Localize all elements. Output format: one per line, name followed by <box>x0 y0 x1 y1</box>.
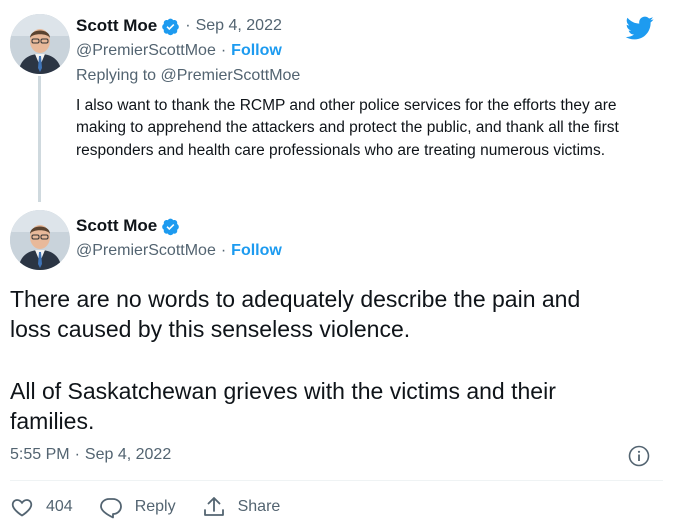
reply-icon <box>99 498 122 519</box>
like-count: 404 <box>46 498 73 515</box>
tweet-text-line: All of Saskatchewan grieves with the vic… <box>10 378 556 404</box>
avatar-image <box>10 14 70 74</box>
share-label: Share <box>237 498 281 515</box>
separator: · <box>74 446 80 463</box>
parent-author-row: Scott Moe · Sep 4, 2022 <box>76 16 282 36</box>
avatar[interactable] <box>10 210 70 270</box>
thread-connector-line <box>38 76 41 202</box>
follow-button[interactable]: Follow <box>231 242 282 260</box>
parent-handle-row: @PremierScottMoe · Follow <box>76 42 282 60</box>
tweet-timestamp[interactable]: 5:55 PM · Sep 4, 2022 <box>10 446 171 464</box>
share-icon <box>203 497 224 516</box>
tweet-date[interactable]: Sep 4, 2022 <box>196 17 282 35</box>
share-button[interactable]: Share <box>202 495 281 519</box>
main-author-row: Scott Moe <box>76 216 180 236</box>
heart-icon <box>11 499 33 517</box>
parent-tweet-text: I also want to thank the RCMP and other … <box>76 97 619 159</box>
separator: · <box>185 17 191 34</box>
action-bar: 404 Reply Share <box>10 495 306 519</box>
author-name[interactable]: Scott Moe <box>76 216 157 236</box>
replying-to-label[interactable]: Replying to @PremierScottMoe <box>76 67 300 85</box>
main-handle-row: @PremierScottMoe · Follow <box>76 242 282 260</box>
like-button[interactable]: 404 <box>10 495 73 519</box>
divider <box>10 480 663 481</box>
separator: · <box>220 42 227 59</box>
tweet-text-line: loss caused by this senseless violence. <box>10 316 411 342</box>
tweet-text-line: families. <box>10 408 95 434</box>
verified-badge-icon <box>162 18 180 35</box>
tweet-text-line: There are no words to adequately describ… <box>10 286 581 312</box>
avatar[interactable] <box>10 14 70 74</box>
main-tweet-text: There are no words to adequately describ… <box>10 284 650 436</box>
author-name[interactable]: Scott Moe <box>76 16 157 36</box>
reply-button[interactable]: Reply <box>99 495 176 519</box>
reply-label: Reply <box>134 498 176 515</box>
info-icon[interactable] <box>627 444 651 468</box>
separator: · <box>220 242 227 259</box>
author-handle[interactable]: @PremierScottMoe <box>76 42 216 60</box>
author-handle[interactable]: @PremierScottMoe <box>76 242 216 260</box>
follow-button[interactable]: Follow <box>231 42 282 60</box>
tweet-time: 5:55 PM <box>10 446 70 463</box>
verified-badge-icon <box>162 218 180 235</box>
twitter-bird-icon[interactable] <box>624 14 656 42</box>
avatar-image <box>10 210 70 270</box>
tweet-date: Sep 4, 2022 <box>84 446 172 463</box>
